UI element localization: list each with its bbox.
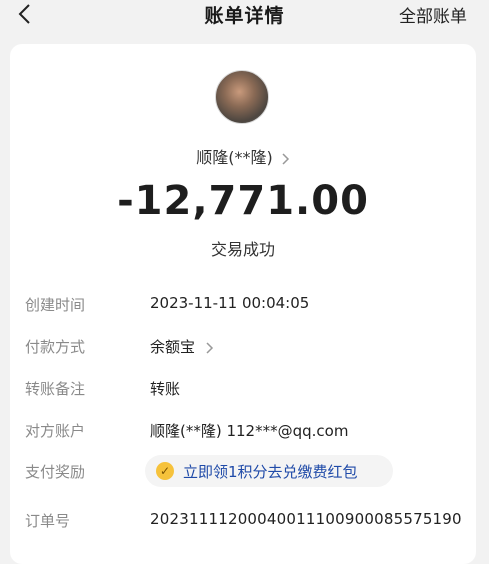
row-reward: 支付奖励 ✓ 立即领1积分去兑缴费红包 (25, 455, 466, 487)
row-payment-method: 付款方式 余额宝 (25, 336, 466, 360)
order-no-value: 20231111200040011100900085575190 (150, 510, 462, 528)
top-bar: 账单详情 全部账单 (0, 0, 489, 30)
payment-method-label: 付款方式 (25, 338, 86, 356)
payee-name: 顺隆(**隆) (196, 148, 273, 167)
row-counterparty: 对方账户 顺隆(**隆) 112***@qq.com (25, 420, 466, 444)
avatar[interactable] (215, 70, 269, 124)
bill-detail-card: 顺隆(**隆) -12,771.00 交易成功 创建时间 2023-11-11 … (10, 44, 476, 564)
status-text: 交易成功 (210, 240, 275, 259)
transfer-note-label: 转账备注 (25, 380, 86, 398)
reward-text: 立即领1积分去兑缴费红包 (183, 462, 358, 481)
coin-icon: ✓ (156, 462, 174, 480)
amount: -12,771.00 (117, 178, 369, 224)
counterparty-value: 顺隆(**隆) 112***@qq.com (150, 422, 349, 440)
transfer-note-value: 转账 (150, 380, 181, 398)
order-no-label: 订单号 (25, 512, 71, 530)
reward-label: 支付奖励 (25, 463, 86, 481)
all-bills-link[interactable]: 全部账单 (399, 2, 467, 27)
payment-method-link[interactable]: 余额宝 (150, 336, 214, 357)
counterparty-label: 对方账户 (25, 422, 86, 440)
reward-button[interactable]: ✓ 立即领1积分去兑缴费红包 (145, 455, 393, 487)
payment-method-value: 余额宝 (150, 338, 196, 356)
created-time-label: 创建时间 (25, 296, 86, 314)
payee-link[interactable]: 顺隆(**隆) (10, 144, 476, 168)
chevron-right-icon (282, 152, 289, 165)
row-order-no: 订单号 20231111200040011100900085575190 (25, 510, 466, 534)
row-transfer-note: 转账备注 转账 (25, 378, 466, 402)
chevron-right-icon (206, 341, 213, 354)
row-created-time: 创建时间 2023-11-11 00:04:05 (25, 294, 466, 318)
created-time-value: 2023-11-11 00:04:05 (150, 294, 310, 312)
